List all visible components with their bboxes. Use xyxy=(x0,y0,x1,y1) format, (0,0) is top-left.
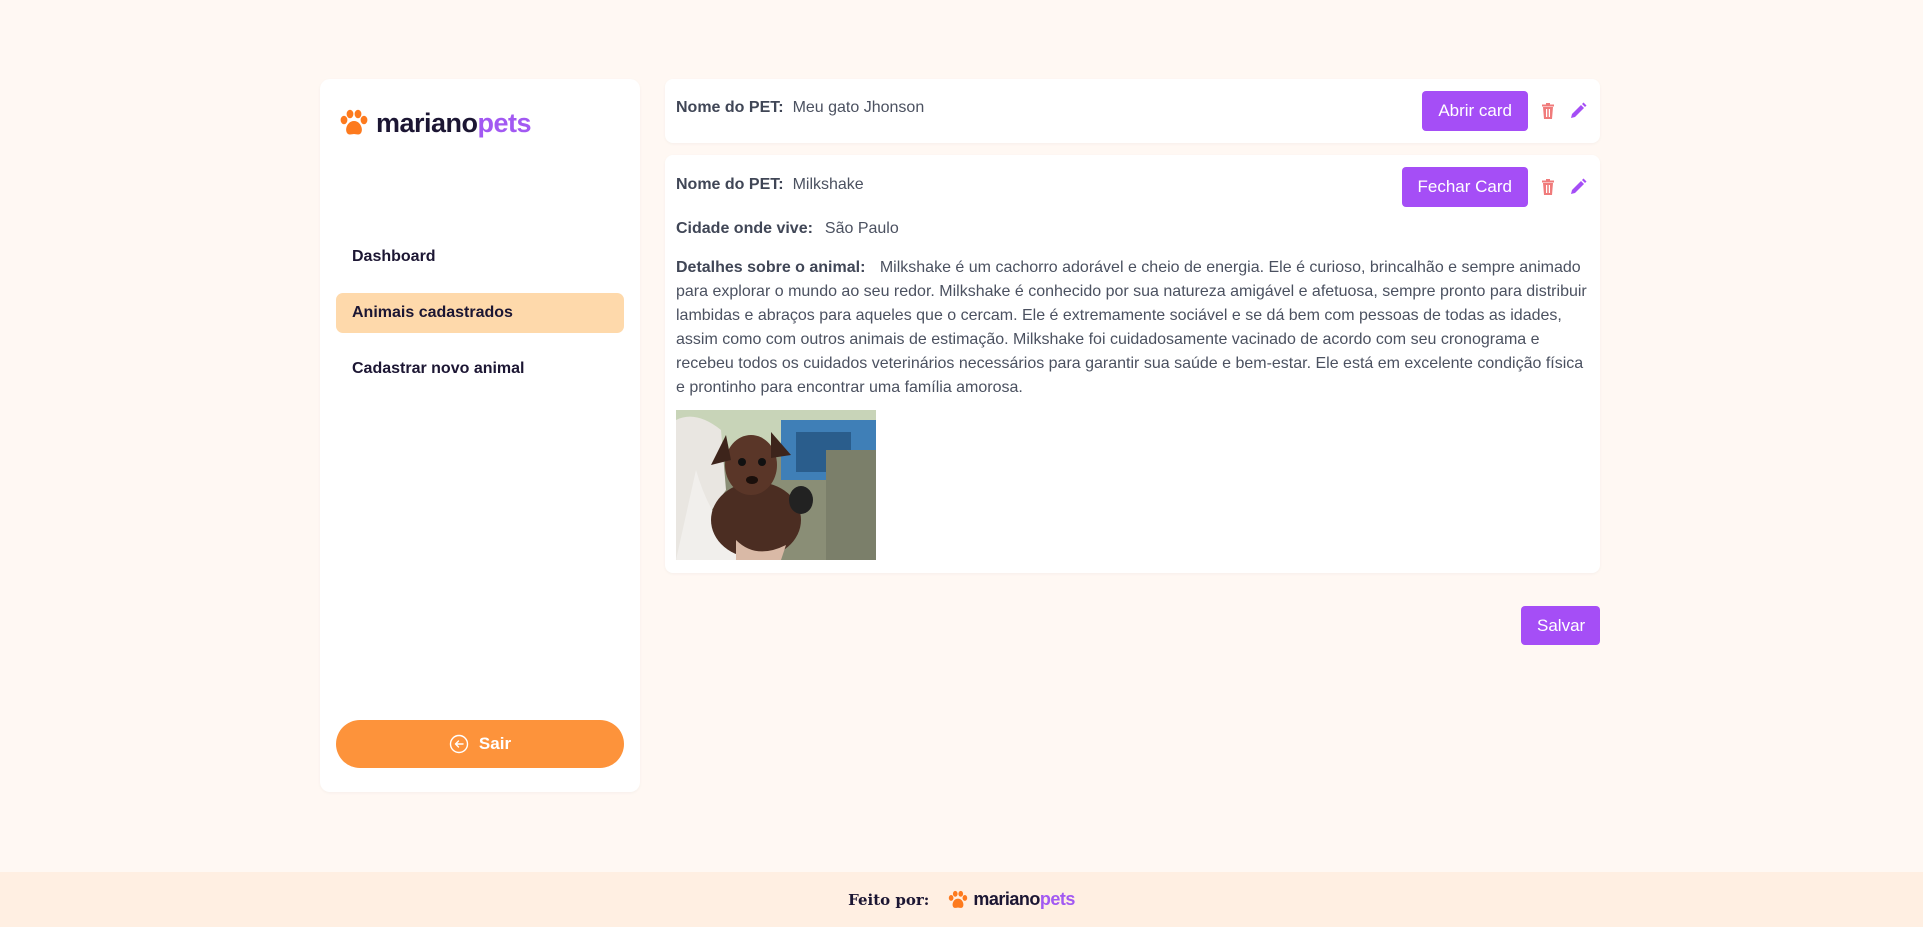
brand-name-part1: mariano xyxy=(376,107,478,138)
pet-name-label: Nome do PET: xyxy=(676,99,784,116)
footer-brand-part2: pets xyxy=(1039,889,1076,909)
pet-city-value: São Paulo xyxy=(824,220,899,237)
sidebar-item-dashboard[interactable]: Dashboard xyxy=(336,237,624,277)
logout-icon xyxy=(449,734,469,754)
brand-logo[interactable]: marianopets xyxy=(338,105,532,141)
footer-label: Feito por: xyxy=(848,890,930,909)
logout-button[interactable]: Sair xyxy=(336,720,624,768)
pet-city-label: Cidade onde vive: xyxy=(676,220,813,237)
pencil-icon[interactable] xyxy=(1568,177,1588,197)
pet-card-expanded: Nome do PET: Milkshake Fechar Card Cidad… xyxy=(665,155,1600,573)
trash-icon[interactable] xyxy=(1538,101,1558,121)
sidebar: marianopets Dashboard Animais cadastrado… xyxy=(320,79,640,792)
trash-icon[interactable] xyxy=(1538,177,1558,197)
pet-details: Detalhes sobre o animal: Milkshake é um … xyxy=(676,256,1591,400)
pet-name-row: Nome do PET: Milkshake xyxy=(676,176,864,194)
pet-photo xyxy=(676,410,876,560)
save-button[interactable]: Salvar xyxy=(1521,606,1600,645)
footer-brand-name: marianopets xyxy=(973,889,1075,910)
brand-name: marianopets xyxy=(376,107,532,139)
logout-label: Sair xyxy=(478,734,512,753)
sidebar-item-cadastrar-novo-animal[interactable]: Cadastrar novo animal xyxy=(336,349,624,389)
sidebar-item-animais-cadastrados[interactable]: Animais cadastrados xyxy=(336,293,624,333)
paw-icon xyxy=(949,890,968,908)
paw-icon xyxy=(340,109,368,135)
close-card-button[interactable]: Fechar Card xyxy=(1401,167,1528,207)
page: marianopets Dashboard Animais cadastrado… xyxy=(0,0,1923,872)
footer: Feito por: marianopets xyxy=(0,872,1923,927)
dog-photo-illustration xyxy=(676,410,876,560)
footer-brand-logo[interactable]: marianopets xyxy=(947,889,1075,911)
pet-name-value: Meu gato Jhonson xyxy=(792,99,925,116)
pet-details-value: Milkshake é um cachorro adorável e cheio… xyxy=(676,259,1587,396)
card-actions: Abrir card xyxy=(1422,91,1588,131)
pet-card: Nome do PET: Meu gato Jhonson Abrir card xyxy=(665,79,1600,143)
open-card-button[interactable]: Abrir card xyxy=(1422,91,1528,131)
brand-name-part2: pets xyxy=(477,107,532,138)
pencil-icon[interactable] xyxy=(1568,101,1588,121)
pet-name-label: Nome do PET: xyxy=(676,176,784,193)
sidebar-nav: Dashboard Animais cadastrados Cadastrar … xyxy=(336,237,624,405)
footer-brand-part1: mariano xyxy=(973,889,1040,909)
pet-city-row: Cidade onde vive: São Paulo xyxy=(676,220,899,238)
pet-name-row: Nome do PET: Meu gato Jhonson xyxy=(676,99,924,117)
pet-name-value: Milkshake xyxy=(792,176,864,193)
card-actions: Fechar Card xyxy=(1401,167,1588,207)
pet-details-label: Detalhes sobre o animal: xyxy=(676,259,866,276)
